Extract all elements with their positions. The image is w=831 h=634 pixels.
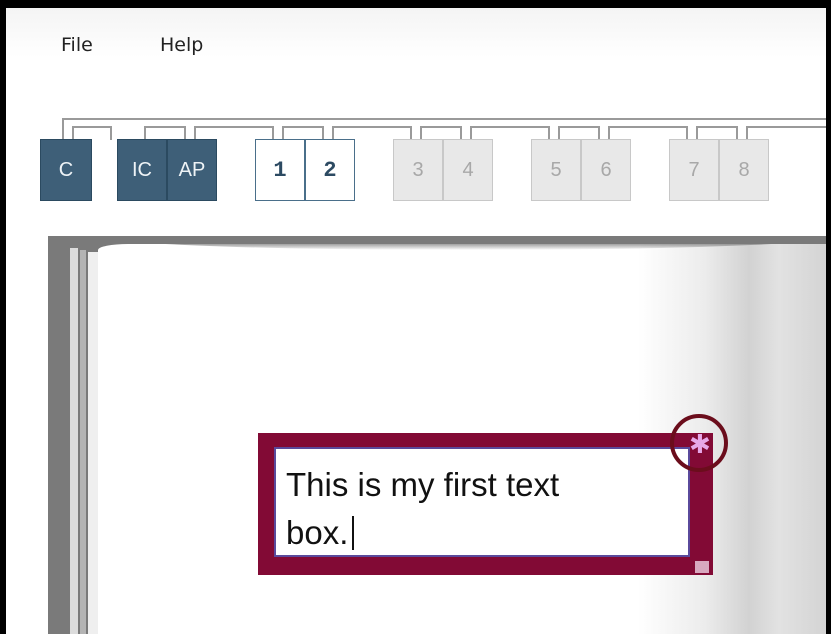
tab-page-7[interactable]: 7 xyxy=(669,139,719,201)
tab-connector-bracket xyxy=(194,126,274,140)
text-box-container[interactable]: This is my first text box. xyxy=(258,433,713,575)
tab-connector-bracket xyxy=(420,126,462,140)
tab-connector-bracket xyxy=(696,126,738,140)
page-edge xyxy=(80,250,86,634)
text-box-line-2: box. xyxy=(286,514,349,551)
tab-page-6[interactable]: 6 xyxy=(581,139,631,201)
tab-page-4[interactable]: 4 xyxy=(443,139,493,201)
tab-page-1[interactable]: 1 xyxy=(255,139,305,201)
page-edge xyxy=(70,248,78,634)
file-menu[interactable]: File xyxy=(61,34,93,56)
tab-ic[interactable]: IC xyxy=(117,139,167,201)
tab-c[interactable]: C xyxy=(40,139,92,201)
text-caret xyxy=(352,516,355,550)
tab-connector-bracket xyxy=(558,126,600,140)
tab-connector-bracket xyxy=(282,126,324,140)
page-navigation-tabs: C IC AP 1 2 3 4 5 6 7 8 xyxy=(6,118,826,218)
menu-bar: File Help xyxy=(6,8,826,98)
tab-connector-bracket xyxy=(470,126,550,140)
tab-connector-bracket xyxy=(746,126,826,140)
tab-connector-bracket xyxy=(332,126,412,140)
app-window: File Help C IC AP 1 2 3 4 5 6 7 8 This i… xyxy=(0,0,831,634)
text-box-editor[interactable]: This is my first text box. xyxy=(274,447,690,557)
page-edge xyxy=(88,252,98,634)
tab-page-8[interactable]: 8 xyxy=(719,139,769,201)
tab-page-3[interactable]: 3 xyxy=(393,139,443,201)
tab-connector-bracket xyxy=(608,126,688,140)
help-menu[interactable]: Help xyxy=(160,34,203,56)
resize-corner-icon[interactable] xyxy=(695,561,709,573)
highlight-circle-annotation xyxy=(670,414,728,472)
tab-page-2[interactable]: 2 xyxy=(305,139,355,201)
tab-ap[interactable]: AP xyxy=(167,139,217,201)
tab-page-5[interactable]: 5 xyxy=(531,139,581,201)
text-box-line-1: This is my first text xyxy=(286,466,560,503)
tab-connector-bracket xyxy=(72,126,112,140)
tab-connector-bracket xyxy=(144,126,186,140)
